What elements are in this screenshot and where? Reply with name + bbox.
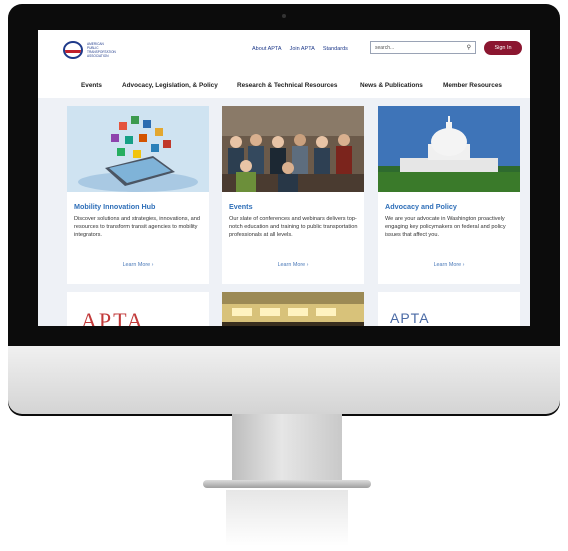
browser-screen: AMERICAN PUBLIC TRANSPORTATION ASSOCIATI…: [38, 30, 530, 326]
learn-more-link[interactable]: Learn More ›: [222, 262, 364, 268]
camera-dot: [282, 14, 286, 18]
main-nav: Events Advocacy, Legislation, & Policy R…: [38, 76, 530, 94]
conference-photo: [222, 106, 364, 192]
nav-news[interactable]: News & Publications: [360, 82, 423, 89]
card-partial-middle[interactable]: [222, 292, 364, 326]
train-photo: [222, 292, 364, 326]
card-events[interactable]: Events Our slate of conferences and webi…: [222, 106, 364, 284]
card-advocacy-policy[interactable]: Advocacy and Policy We are your advocate…: [378, 106, 520, 284]
site-header: AMERICAN PUBLIC TRANSPORTATION ASSOCIATI…: [38, 30, 530, 76]
card-mobility-hub[interactable]: Mobility Innovation Hub Discover solutio…: [67, 106, 209, 284]
search-placeholder: search...: [375, 45, 395, 51]
card-title[interactable]: Events: [229, 202, 364, 211]
nav-events[interactable]: Events: [81, 82, 102, 89]
learn-more-link[interactable]: Learn More ›: [67, 262, 209, 268]
card-partial-right[interactable]: APTA: [378, 292, 520, 326]
nav-member-resources[interactable]: Member Resources: [443, 82, 502, 89]
mobility-illustration: [67, 106, 209, 192]
search-icon[interactable]: ⚲: [467, 44, 471, 51]
sign-in-button[interactable]: Sign In: [484, 41, 522, 55]
apta-wordmark: APTA: [390, 310, 430, 326]
nav-research[interactable]: Research & Technical Resources: [237, 82, 337, 89]
content-area: Mobility Innovation Hub Discover solutio…: [38, 98, 530, 326]
top-links: About APTA Join APTA Standards: [252, 46, 348, 52]
monitor-base: [203, 480, 371, 488]
link-standards[interactable]: Standards: [323, 46, 348, 52]
card-description: Discover solutions and strategies, innov…: [74, 216, 200, 238]
card-description: Our slate of conferences and webinars de…: [229, 216, 358, 238]
logo-mark-icon: [63, 41, 83, 59]
card-title[interactable]: Advocacy and Policy: [385, 202, 520, 211]
learn-more-link[interactable]: Learn More ›: [378, 262, 520, 268]
search-input[interactable]: search... ⚲: [370, 41, 476, 54]
card-description: We are your advocate in Washington proac…: [385, 216, 506, 238]
card-partial-left[interactable]: APTA: [67, 292, 209, 326]
apta-wordmark: APTA: [81, 308, 145, 326]
capitol-photo: [378, 106, 520, 192]
stand-reflection: [226, 490, 348, 546]
logo-text: AMERICAN PUBLIC TRANSPORTATION ASSOCIATI…: [87, 42, 116, 58]
nav-advocacy[interactable]: Advocacy, Legislation, & Policy: [122, 82, 218, 89]
link-join-apta[interactable]: Join APTA: [290, 46, 315, 52]
monitor-stand: [232, 414, 342, 482]
apta-logo[interactable]: AMERICAN PUBLIC TRANSPORTATION ASSOCIATI…: [63, 41, 116, 59]
monitor-chin: [8, 346, 560, 414]
logo-line: ASSOCIATION: [87, 54, 109, 58]
link-about-apta[interactable]: About APTA: [252, 46, 282, 52]
card-title[interactable]: Mobility Innovation Hub: [74, 202, 209, 211]
